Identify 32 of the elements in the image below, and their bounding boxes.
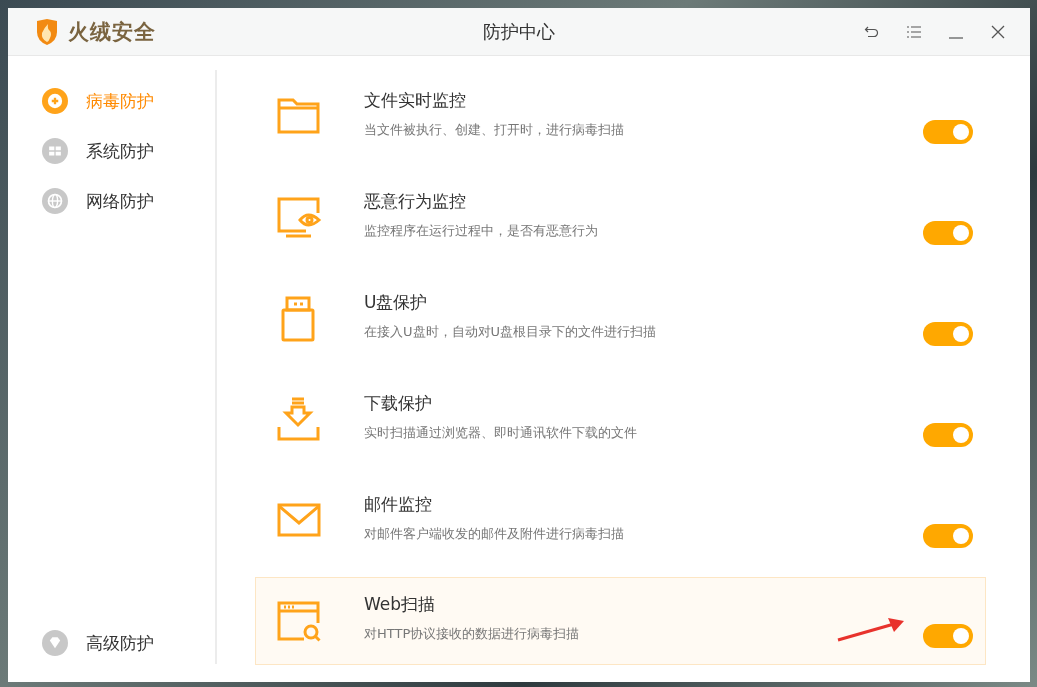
feature-title: 文件实时监控 <box>364 88 467 112</box>
feature-description: 实时扫描通过浏览器、即时通讯软件下载的文件 <box>364 423 637 442</box>
toggle-switch[interactable] <box>923 220 973 245</box>
app-name: 火绒安全 <box>68 18 156 46</box>
feature-title: 恶意行为监控 <box>364 189 467 213</box>
feature-title: 下载保护 <box>364 391 433 415</box>
toggle-switch[interactable] <box>923 321 973 346</box>
feature-title: 邮件监控 <box>364 492 433 516</box>
plus-circle-icon <box>42 88 68 114</box>
download-tray-icon <box>276 396 322 443</box>
toggle-switch[interactable] <box>923 119 973 144</box>
feature-description: 对HTTP协议接收的数据进行病毒扫描 <box>364 625 580 643</box>
close-icon <box>990 23 1006 40</box>
shield-flame-logo-icon <box>35 17 59 46</box>
globe-icon <box>42 188 68 214</box>
menu-icon <box>906 23 922 40</box>
windows-logo-icon <box>42 138 68 164</box>
feature-description: 在接入U盘时，自动对U盘根目录下的文件进行扫描 <box>364 322 657 341</box>
minimize-icon <box>948 36 964 39</box>
toggle-switch[interactable] <box>923 523 973 548</box>
sidebar-item[interactable]: 系统防护 <box>8 126 215 176</box>
annotation-arrow <box>836 616 906 642</box>
feature-description: 监控程序在运行过程中，是否有恶意行为 <box>364 221 598 240</box>
feature-description: 当文件被执行、创建、打开时，进行病毒扫描 <box>364 120 624 139</box>
window-title: 防护中心 <box>482 19 556 44</box>
toggle-switch[interactable] <box>923 624 973 648</box>
feature-title: U盘保护 <box>364 290 429 314</box>
feature-title: Web扫描 <box>364 593 437 616</box>
sidebar-item[interactable]: 高级防护 <box>8 618 215 668</box>
toggle-switch[interactable] <box>923 422 973 447</box>
feature-description: 对邮件客户端收发的邮件及附件进行病毒扫描 <box>364 524 624 543</box>
sidebar-item[interactable]: 网络防护 <box>8 176 215 226</box>
